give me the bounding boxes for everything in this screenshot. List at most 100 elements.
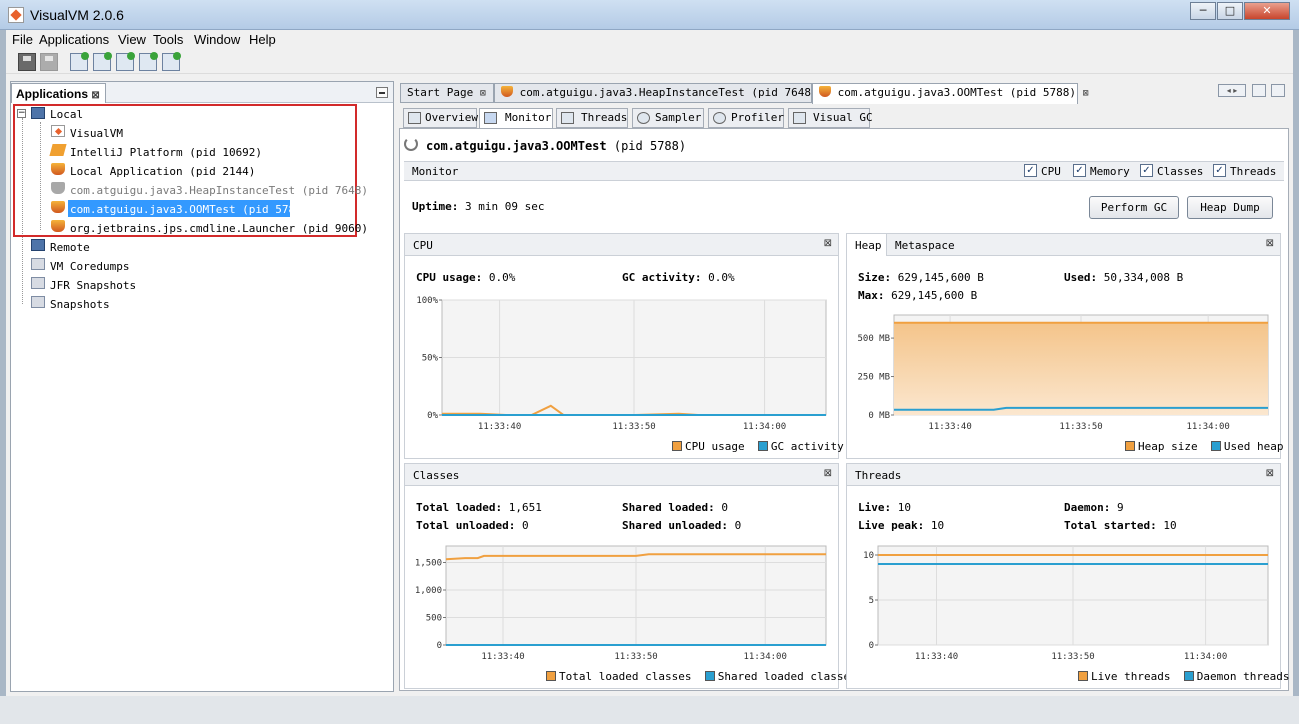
cpu-panel-title: CPU bbox=[413, 239, 433, 252]
x-tick-label: 11:33:40 bbox=[481, 652, 524, 662]
coredump-icon bbox=[31, 258, 45, 270]
add-jfr-icon[interactable] bbox=[162, 52, 181, 71]
minimize-button[interactable]: ─ bbox=[1190, 2, 1216, 20]
threads-chart: 11:33:40 11:33:50 11:34:00 10 5 0 bbox=[863, 545, 1269, 662]
y-tick-label: 50% bbox=[422, 354, 439, 364]
java-icon bbox=[819, 86, 831, 97]
heap-size-metric: Size: 629,145,600 B bbox=[858, 271, 984, 284]
menu-help[interactable]: Help bbox=[249, 32, 276, 47]
total-started-metric: Total started: 10 bbox=[1064, 519, 1177, 532]
menu-window[interactable]: Window bbox=[194, 32, 240, 47]
x-tick-label: 11:33:50 bbox=[1059, 422, 1102, 432]
classes-panel-title: Classes bbox=[413, 469, 460, 482]
close-tab-icon[interactable]: ⊠ bbox=[91, 90, 99, 101]
live-threads-swatch bbox=[1078, 671, 1088, 681]
memory-checkbox[interactable]: ✓ bbox=[1073, 164, 1086, 177]
maximize-button[interactable]: □ bbox=[1217, 2, 1243, 20]
cpu-checkbox-label: CPU bbox=[1041, 165, 1061, 178]
snapshots-icon bbox=[31, 296, 45, 308]
tree-item-visualvm[interactable]: VisualVM bbox=[70, 127, 123, 140]
y-tick-label: 5 bbox=[869, 596, 874, 606]
classes-legend: Total loaded classes Shared loaded class… bbox=[546, 670, 857, 683]
used-heap-swatch bbox=[1210, 441, 1221, 451]
x-tick-label: 11:33:40 bbox=[915, 652, 958, 662]
add-remote-host-icon[interactable] bbox=[93, 52, 112, 71]
minimize-panel-icon[interactable] bbox=[376, 87, 388, 98]
tree-remote[interactable]: Remote bbox=[50, 241, 90, 254]
tab-heapinstancetest[interactable]: com.atguigu.java3.HeapInstanceTest (pid … bbox=[494, 83, 830, 103]
tree-item-heapinstancetest[interactable]: com.atguigu.java3.HeapInstanceTest (pid … bbox=[70, 184, 368, 197]
close-panel-icon[interactable]: ⊠ bbox=[824, 468, 832, 479]
x-tick-label: 11:34:00 bbox=[1184, 652, 1227, 662]
heap-chart: 11:33:40 11:33:50 11:34:00 500 MB 250 MB 0 MB bbox=[857, 314, 1269, 432]
process-title: com.atguigu.java3.OOMTest (pid 5788) bbox=[426, 139, 687, 153]
x-tick-label: 11:33:50 bbox=[612, 422, 655, 432]
tab-oomtest[interactable]: com.atguigu.java3.OOMTest (pid 5788) ⊠ bbox=[812, 83, 1089, 104]
x-tick-label: 11:33:50 bbox=[1051, 652, 1094, 662]
maximize-panel-icon[interactable] bbox=[1271, 84, 1285, 97]
daemon-threads-metric: Daemon: 9 bbox=[1064, 501, 1124, 514]
heap-dump-button[interactable]: Heap Dump bbox=[1187, 196, 1273, 219]
memory-checkbox-label: Memory bbox=[1090, 165, 1130, 178]
tree-jfr-snapshots[interactable]: JFR Snapshots bbox=[50, 279, 136, 292]
visual-gc-icon bbox=[793, 112, 806, 124]
tab-start-page[interactable]: Start Page ⊠ bbox=[400, 83, 494, 103]
title-bar bbox=[0, 0, 1299, 30]
threads-checkbox[interactable]: ✓ bbox=[1213, 164, 1226, 177]
add-snapshot-icon[interactable] bbox=[139, 52, 158, 71]
heap-panel-header: Heap Metaspace ⊠ bbox=[847, 234, 1280, 256]
menu-file[interactable]: File bbox=[12, 32, 33, 47]
close-panel-icon[interactable]: ⊠ bbox=[1266, 468, 1274, 479]
tree-item-local-application[interactable]: Local Application (pid 2144) bbox=[70, 165, 255, 178]
toolbar bbox=[6, 50, 1293, 74]
load-snapshot-icon[interactable] bbox=[18, 53, 36, 71]
x-tick-label: 11:34:00 bbox=[1186, 422, 1229, 432]
menu-applications[interactable]: Applications bbox=[39, 32, 109, 47]
shared-loaded-metric: Shared loaded: 0 bbox=[622, 501, 728, 514]
tab-heap[interactable]: Heap bbox=[855, 239, 882, 252]
cpu-checkbox[interactable]: ✓ bbox=[1024, 164, 1037, 177]
tab-metaspace[interactable]: Metaspace bbox=[895, 239, 955, 252]
visualvm-icon bbox=[51, 125, 65, 137]
subtab-threads[interactable]: Threads bbox=[556, 108, 628, 128]
taskbar bbox=[0, 696, 1299, 724]
tree-snapshots[interactable]: Snapshots bbox=[50, 298, 110, 311]
y-tick-label: 250 MB bbox=[857, 373, 890, 383]
menu-tools[interactable]: Tools bbox=[153, 32, 183, 47]
tab-list-dropdown-icon[interactable] bbox=[1252, 84, 1266, 97]
y-tick-label: 0 bbox=[437, 641, 442, 651]
close-tab-icon[interactable]: ⊠ bbox=[1083, 88, 1089, 99]
x-tick-label: 11:34:00 bbox=[743, 422, 786, 432]
tree-item-intellij[interactable]: IntelliJ Platform (pid 10692) bbox=[70, 146, 262, 159]
monitor-section-title: Monitor bbox=[412, 165, 459, 178]
menu-view[interactable]: View bbox=[118, 32, 146, 47]
add-coredump-icon[interactable] bbox=[116, 52, 135, 71]
tree-item-launcher[interactable]: org.jetbrains.jps.cmdline.Launcher (pid … bbox=[70, 222, 368, 235]
tree-vm-coredumps[interactable]: VM Coredumps bbox=[50, 260, 129, 273]
x-tick-label: 11:33:40 bbox=[928, 422, 971, 432]
y-tick-label: 0 bbox=[869, 641, 874, 651]
subtab-profiler[interactable]: Profiler bbox=[708, 108, 784, 128]
subtab-visual-gc[interactable]: Visual GC bbox=[788, 108, 873, 128]
y-tick-label: 0 MB bbox=[868, 411, 890, 421]
close-panel-icon[interactable]: ⊠ bbox=[824, 238, 832, 249]
subtab-overview[interactable]: Overview bbox=[403, 108, 478, 128]
tree-item-oomtest[interactable]: com.atguigu.java3.OOMTest (pid 5788) bbox=[70, 203, 308, 216]
perform-gc-button[interactable]: Perform GC bbox=[1089, 196, 1179, 219]
total-loaded-metric: Total loaded: 1,651 bbox=[416, 501, 542, 514]
close-tab-icon[interactable]: ⊠ bbox=[480, 88, 486, 99]
subtab-sampler[interactable]: Sampler bbox=[632, 108, 704, 128]
close-button[interactable]: ✕ bbox=[1244, 2, 1290, 20]
gc-activity-swatch bbox=[757, 441, 768, 451]
tab-scroll-arrows[interactable]: ◂ ▸ bbox=[1218, 84, 1246, 97]
classes-checkbox[interactable]: ✓ bbox=[1140, 164, 1153, 177]
cpu-legend: CPU usage GC activity bbox=[672, 440, 844, 453]
add-jmx-connection-icon[interactable] bbox=[70, 52, 89, 71]
uptime: Uptime: 3 min 09 sec bbox=[412, 200, 545, 213]
subtab-monitor[interactable]: Monitor bbox=[479, 108, 553, 129]
monitor-icon bbox=[484, 112, 497, 124]
shared-loaded-swatch bbox=[704, 671, 715, 681]
series-area-heap-size bbox=[894, 322, 1268, 415]
save-icon[interactable] bbox=[40, 53, 58, 71]
close-panel-icon[interactable]: ⊠ bbox=[1266, 238, 1274, 249]
